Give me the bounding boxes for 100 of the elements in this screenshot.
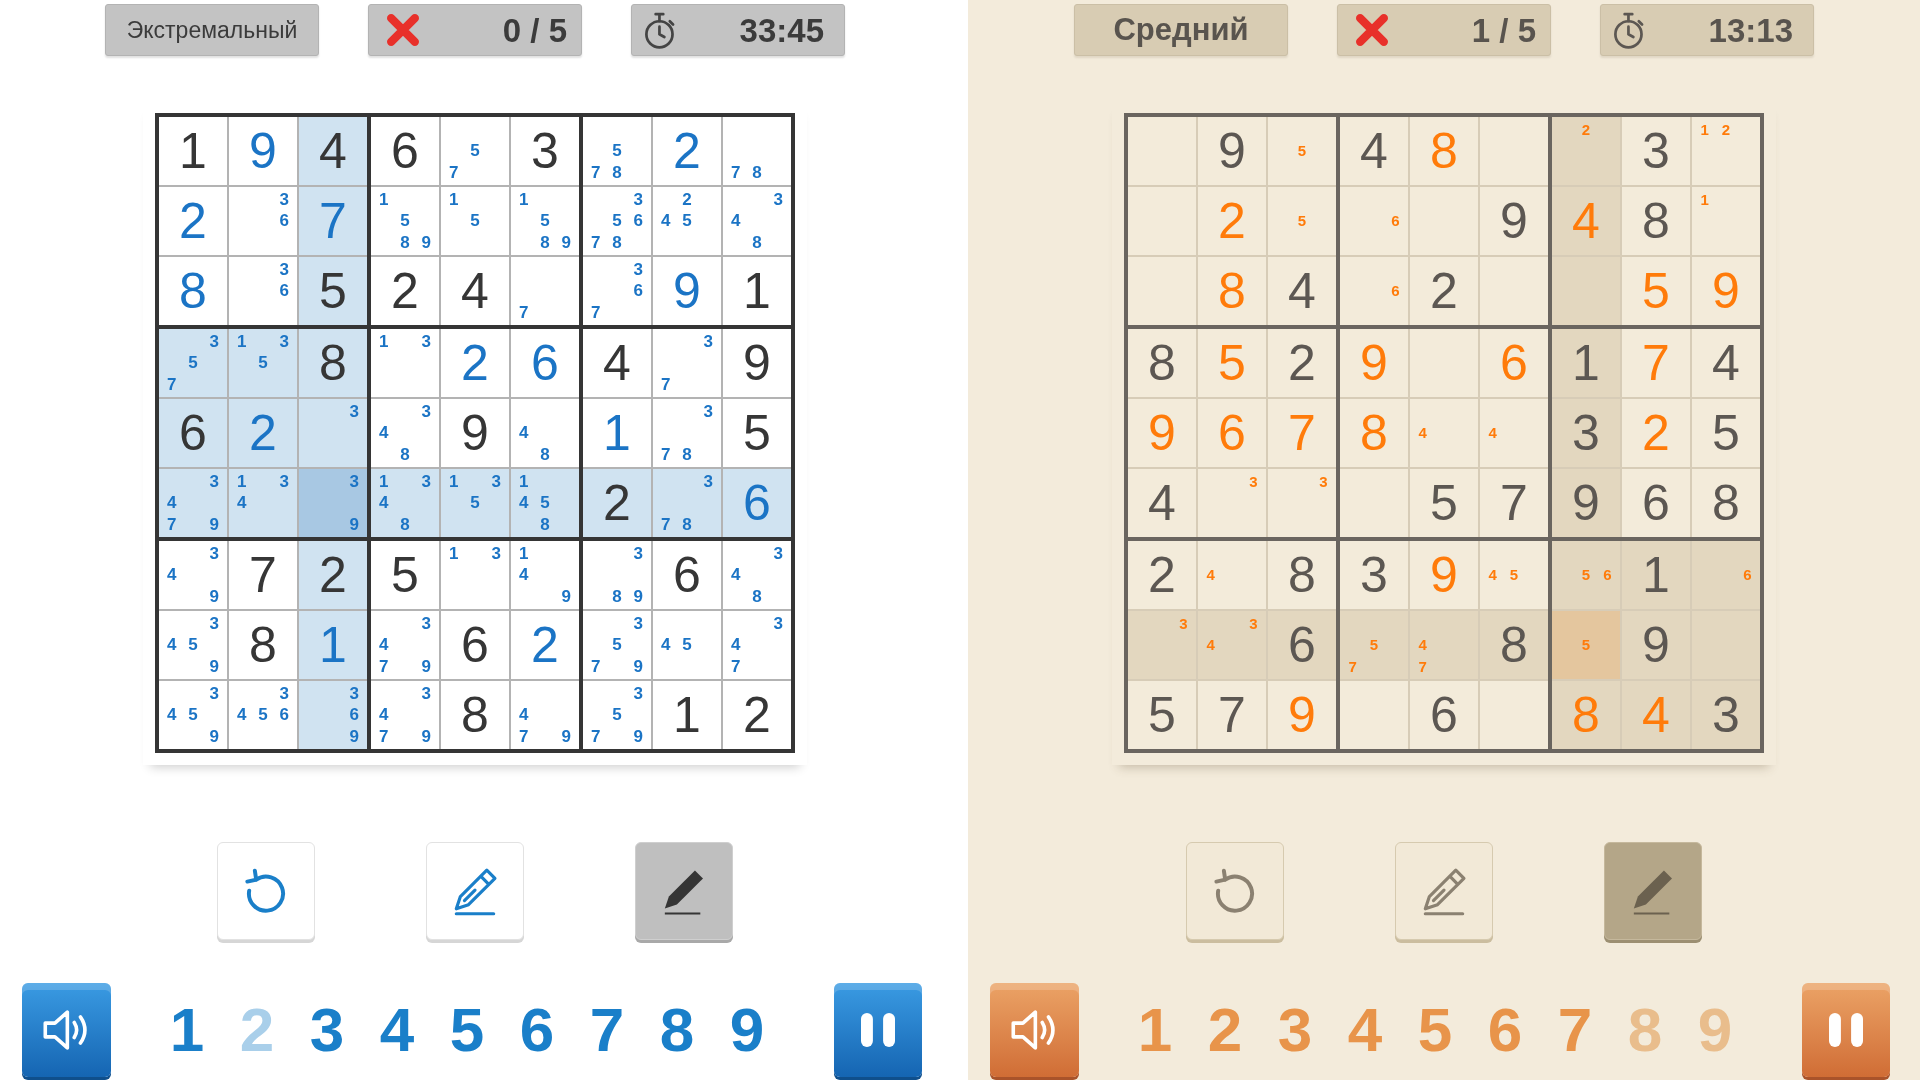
sudoku-cell[interactable]: 9 — [441, 399, 509, 467]
sudoku-cell[interactable]: 1 3 5 — [441, 469, 509, 537]
sudoku-cell[interactable]: 8 — [1622, 187, 1690, 255]
sound-button[interactable] — [22, 983, 111, 1077]
sudoku-cell[interactable]: 6 — [1268, 611, 1336, 679]
sudoku-cell[interactable]: 3 8 9 — [583, 541, 651, 609]
sudoku-cell[interactable]: 2 — [653, 117, 721, 185]
sudoku-cell[interactable] — [1128, 187, 1196, 255]
sudoku-cell[interactable]: 2 — [583, 469, 651, 537]
sudoku-cell[interactable] — [1480, 681, 1548, 749]
sudoku-cell[interactable]: 4 — [441, 257, 509, 325]
sudoku-cell[interactable]: 4 — [1340, 117, 1408, 185]
pause-button[interactable] — [1802, 983, 1890, 1077]
sudoku-cell[interactable]: 1 — [159, 117, 227, 185]
sudoku-cell[interactable] — [1410, 187, 1478, 255]
sudoku-cell[interactable]: 3 5 6 7 8 — [583, 187, 651, 255]
sudoku-cell[interactable]: 6 — [723, 469, 791, 537]
sudoku-cell[interactable]: 1 — [1552, 329, 1620, 397]
sudoku-cell[interactable]: 7 8 — [723, 117, 791, 185]
sudoku-cell[interactable]: 8 — [1268, 541, 1336, 609]
number-pad-digit[interactable]: 4 — [362, 999, 432, 1061]
sudoku-cell[interactable]: 2 — [1268, 329, 1336, 397]
sudoku-cell[interactable]: 1 — [723, 257, 791, 325]
sudoku-cell[interactable]: 3 6 — [229, 187, 297, 255]
sudoku-cell[interactable]: 5 — [371, 541, 439, 609]
sudoku-cell[interactable] — [1480, 117, 1548, 185]
sudoku-cell[interactable]: 2 — [299, 541, 367, 609]
number-pad-digit[interactable]: 1 — [152, 999, 222, 1061]
sudoku-cell[interactable]: 3 7 8 — [653, 469, 721, 537]
sudoku-cell[interactable]: 9 — [1480, 187, 1548, 255]
sudoku-cell[interactable] — [1128, 117, 1196, 185]
sudoku-cell[interactable]: 4 — [1692, 329, 1760, 397]
sudoku-cell[interactable]: 1 3 — [441, 541, 509, 609]
number-pad-digit[interactable]: 3 — [292, 999, 362, 1061]
sudoku-cell[interactable]: 1 4 5 8 — [511, 469, 579, 537]
sudoku-cell[interactable]: 3 6 9 — [299, 681, 367, 749]
sudoku-cell[interactable]: 7 — [511, 257, 579, 325]
sudoku-cell[interactable]: 3 — [1622, 117, 1690, 185]
sudoku-cell[interactable]: 5 — [1692, 399, 1760, 467]
sudoku-cell[interactable]: 3 — [299, 399, 367, 467]
sudoku-cell[interactable]: 3 4 7 9 — [371, 611, 439, 679]
sudoku-cell[interactable] — [1480, 257, 1548, 325]
sudoku-cell[interactable]: 5 — [1128, 681, 1196, 749]
sudoku-cell[interactable]: 5 7 — [441, 117, 509, 185]
sudoku-cell[interactable]: 8 — [441, 681, 509, 749]
sudoku-cell[interactable]: 9 — [1552, 469, 1620, 537]
sudoku-cell[interactable]: 3 — [511, 117, 579, 185]
sudoku-cell[interactable]: 6 — [371, 117, 439, 185]
sudoku-cell[interactable]: 3 4 5 9 — [159, 681, 227, 749]
notes-button[interactable] — [1395, 842, 1493, 940]
notes-button[interactable] — [426, 842, 524, 940]
sudoku-cell[interactable]: 3 6 7 — [583, 257, 651, 325]
sudoku-cell[interactable]: 8 — [1480, 611, 1548, 679]
sudoku-cell[interactable]: 4 — [583, 329, 651, 397]
sudoku-cell[interactable]: 5 — [299, 257, 367, 325]
sudoku-cell[interactable]: 1 3 5 — [229, 329, 297, 397]
sudoku-cell[interactable]: 7 — [229, 541, 297, 609]
pen-button[interactable] — [635, 842, 733, 940]
undo-button[interactable] — [217, 842, 315, 940]
sudoku-cell[interactable]: 2 — [1410, 257, 1478, 325]
pause-button[interactable] — [834, 983, 922, 1077]
sudoku-cell[interactable] — [1692, 611, 1760, 679]
sudoku-cell[interactable]: 1 — [299, 611, 367, 679]
sudoku-cell[interactable]: 2 4 5 — [653, 187, 721, 255]
sudoku-cell[interactable]: 2 — [441, 329, 509, 397]
sudoku-cell[interactable]: 2 — [723, 681, 791, 749]
sudoku-cell[interactable]: 6 — [511, 329, 579, 397]
sudoku-cell[interactable]: 4 — [1128, 469, 1196, 537]
sudoku-cell[interactable]: 8 — [229, 611, 297, 679]
sudoku-cell[interactable]: 3 4 7 9 — [371, 681, 439, 749]
sudoku-cell[interactable]: 1 3 4 8 — [371, 469, 439, 537]
sudoku-cell[interactable]: 9 — [1622, 611, 1690, 679]
sudoku-cell[interactable]: 7 — [1480, 469, 1548, 537]
sudoku-cell[interactable]: 1 5 8 9 — [371, 187, 439, 255]
sudoku-cell[interactable]: 7 — [1198, 681, 1266, 749]
sudoku-cell[interactable]: 3 5 7 — [159, 329, 227, 397]
sudoku-cell[interactable]: 3 5 7 9 — [583, 611, 651, 679]
sudoku-cell[interactable]: 3 4 8 — [723, 541, 791, 609]
sudoku-cell[interactable]: 3 4 5 9 — [159, 611, 227, 679]
number-pad-digit[interactable]: 9 — [712, 999, 782, 1061]
sudoku-cell[interactable]: 1 5 8 9 — [511, 187, 579, 255]
sudoku-cell[interactable]: 9 — [723, 329, 791, 397]
sudoku-cell[interactable]: 1 — [653, 681, 721, 749]
sudoku-cell[interactable]: 7 — [299, 187, 367, 255]
sudoku-cell[interactable]: 6 — [653, 541, 721, 609]
sudoku-cell[interactable]: 4 5 — [653, 611, 721, 679]
sudoku-cell[interactable]: 3 — [1340, 541, 1408, 609]
sudoku-cell[interactable]: 1 3 4 — [229, 469, 297, 537]
sudoku-cell[interactable]: 1 5 — [441, 187, 509, 255]
sudoku-cell[interactable]: 4 7 9 — [511, 681, 579, 749]
sudoku-cell[interactable] — [1410, 329, 1478, 397]
sudoku-cell[interactable]: 2 — [371, 257, 439, 325]
sudoku-cell[interactable]: 6 — [1622, 469, 1690, 537]
sudoku-cell[interactable] — [1340, 469, 1408, 537]
sudoku-cell[interactable]: 3 4 7 9 — [159, 469, 227, 537]
sudoku-cell[interactable]: 9 — [1198, 117, 1266, 185]
sudoku-cell[interactable]: 9 — [229, 117, 297, 185]
sudoku-cell[interactable]: 1 4 9 — [511, 541, 579, 609]
sudoku-cell[interactable]: 1 3 — [371, 329, 439, 397]
sudoku-cell[interactable]: 5 7 8 — [583, 117, 651, 185]
